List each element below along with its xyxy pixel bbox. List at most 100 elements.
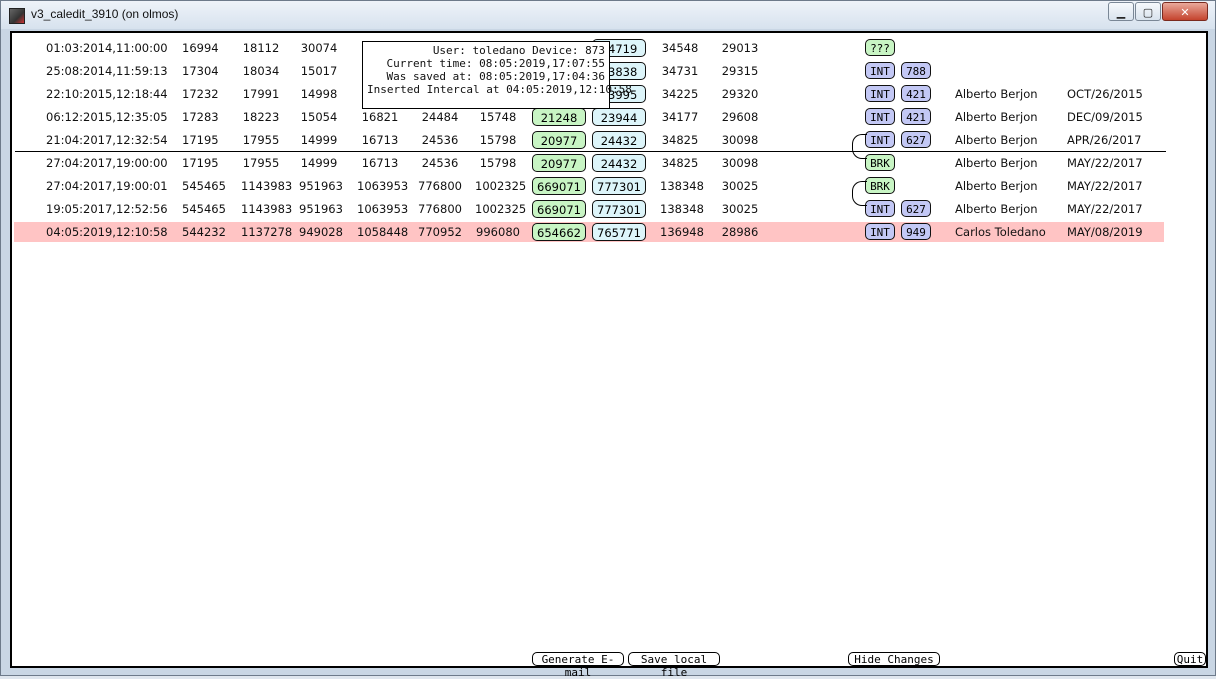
blue-value-box[interactable]: 24432	[592, 154, 646, 172]
row-update-date: APR/26/2017	[1067, 133, 1142, 147]
row-date: 01:03:2014,11:00:00	[46, 41, 168, 55]
type-tag[interactable]: INT	[865, 108, 895, 125]
calibration-table: 01:03:2014,11:00:00 16994 18112 30074 34548 2…	[10, 31, 1208, 679]
type-tag[interactable]: INT	[865, 62, 895, 79]
green-value-box[interactable]: 21248	[532, 108, 586, 126]
row-value: 776800	[418, 202, 462, 216]
row-value: 29013	[721, 41, 759, 55]
row-value: 545465	[182, 179, 226, 193]
type-tag[interactable]: BRK	[865, 177, 895, 194]
row-date: 04:05:2019,12:10:58	[46, 225, 168, 239]
tooltip-line: User: toledano Device: 873	[432, 44, 605, 57]
row-value: 776800	[418, 179, 462, 193]
table-row-selected[interactable]: 04:05:2019,12:10:58 544232 1137278 949028 10…	[14, 222, 1164, 242]
row-value: 138348	[660, 179, 704, 193]
table-row[interactable]: 19:05:2017,12:52:56 545465 1143983 951963 10…	[12, 199, 1206, 219]
table-row[interactable]: 21:04:2017,12:32:54 17195 17955 14999 16713 2…	[12, 130, 1206, 150]
type-tag[interactable]: INT	[865, 131, 895, 148]
type-tag[interactable]: INT	[865, 85, 895, 102]
info-tooltip: User: toledano Device: 873 Current time:…	[362, 41, 632, 109]
row-value: 34825	[661, 133, 699, 147]
type-tag[interactable]: INT	[865, 200, 895, 217]
intercal-number-tag[interactable]: 421	[901, 85, 931, 102]
type-tag[interactable]: BRK	[865, 154, 895, 171]
row-value: 34548	[661, 41, 699, 55]
blue-value-box[interactable]: 24432	[592, 131, 646, 149]
row-value: 17991	[242, 87, 280, 101]
table-row[interactable]: 27:04:2017,19:00:00 17195 17955 14999 16713 2…	[12, 153, 1206, 173]
intercal-number-tag[interactable]: 949	[901, 223, 931, 240]
row-user: Alberto Berjon	[955, 156, 1038, 170]
row-value: 17304	[182, 64, 219, 78]
row-value: 17283	[182, 110, 219, 124]
row-value: 1063953	[357, 202, 409, 216]
green-value-box[interactable]: 669071	[532, 200, 586, 218]
green-value-box[interactable]: 20977	[532, 154, 586, 172]
row-value: 30098	[721, 156, 759, 170]
row-update-date: MAY/08/2019	[1067, 225, 1143, 239]
row-date: 19:05:2017,12:52:56	[46, 202, 168, 216]
row-value: 14999	[300, 156, 338, 170]
blue-value-box[interactable]: 765771	[592, 223, 646, 241]
row-value: 14998	[300, 87, 338, 101]
close-button[interactable]: ✕	[1162, 2, 1208, 21]
blue-value-box[interactable]: 777301	[592, 177, 646, 195]
link-connector	[852, 181, 867, 206]
row-value: 1002325	[475, 202, 527, 216]
row-user: Alberto Berjon	[955, 202, 1038, 216]
row-update-date: DEC/09/2015	[1067, 110, 1143, 124]
row-value: 16713	[361, 133, 399, 147]
row-value: 136948	[660, 225, 704, 239]
row-value: 29315	[721, 64, 759, 78]
row-value: 15017	[300, 64, 338, 78]
type-tag[interactable]: ???	[865, 39, 895, 56]
intercal-number-tag[interactable]: 627	[901, 131, 931, 148]
blue-value-box[interactable]: 23944	[592, 108, 646, 126]
row-value: 30025	[721, 179, 759, 193]
app-icon	[9, 8, 25, 24]
row-date: 25:08:2014,11:59:13	[46, 64, 168, 78]
row-value: 17955	[242, 156, 280, 170]
green-value-box[interactable]: 654662	[532, 223, 586, 241]
intercal-number-tag[interactable]: 627	[901, 200, 931, 217]
row-update-date: MAY/22/2017	[1067, 202, 1143, 216]
row-update-date: OCT/26/2015	[1067, 87, 1143, 101]
maximize-button[interactable]: ▢	[1135, 2, 1161, 21]
row-value: 770952	[418, 225, 462, 239]
row-value: 1063953	[357, 179, 409, 193]
row-value: 30074	[300, 41, 338, 55]
row-user: Alberto Berjon	[955, 110, 1038, 124]
row-value: 24536	[421, 156, 459, 170]
row-value: 30025	[721, 202, 759, 216]
row-date: 27:04:2017,19:00:01	[46, 179, 168, 193]
intercal-number-tag[interactable]: 421	[901, 108, 931, 125]
row-value: 29320	[721, 87, 759, 101]
row-value: 24484	[421, 110, 459, 124]
tooltip-line: Was saved at: 08:05:2019,17:04:36	[386, 70, 605, 83]
table-row[interactable]: 27:04:2017,19:00:01 545465 1143983 951963 10…	[12, 176, 1206, 196]
green-value-box[interactable]: 20977	[532, 131, 586, 149]
row-value: 24536	[421, 133, 459, 147]
link-connector	[852, 134, 867, 159]
row-value: 15054	[300, 110, 338, 124]
minimize-button[interactable]: ▁	[1108, 2, 1134, 21]
save-local-file-button[interactable]: Save local file	[628, 652, 720, 679]
type-tag[interactable]: INT	[865, 223, 895, 240]
generate-email-button[interactable]: Generate E-mail	[532, 652, 624, 679]
green-value-box[interactable]: 669071	[532, 177, 586, 195]
row-value: 17232	[182, 87, 219, 101]
row-value: 34731	[661, 64, 699, 78]
row-value: 17195	[182, 156, 219, 170]
row-value: 544232	[182, 225, 226, 239]
quit-button[interactable]: Quit	[1174, 652, 1206, 666]
row-value: 1137278	[241, 225, 293, 239]
row-divider	[15, 151, 1166, 152]
row-value: 15748	[479, 110, 517, 124]
blue-value-box[interactable]: 777301	[592, 200, 646, 218]
row-user: Alberto Berjon	[955, 87, 1038, 101]
row-value: 28986	[721, 225, 759, 239]
title-bar[interactable]: v3_caledit_3910 (on olmos) ▁ ▢ ✕	[1, 1, 1215, 29]
table-row[interactable]: 06:12:2015,12:35:05 17283 18223 15054 16821 2…	[12, 107, 1206, 127]
hide-changes-button[interactable]: Hide Changes	[848, 652, 940, 666]
intercal-number-tag[interactable]: 788	[901, 62, 931, 79]
